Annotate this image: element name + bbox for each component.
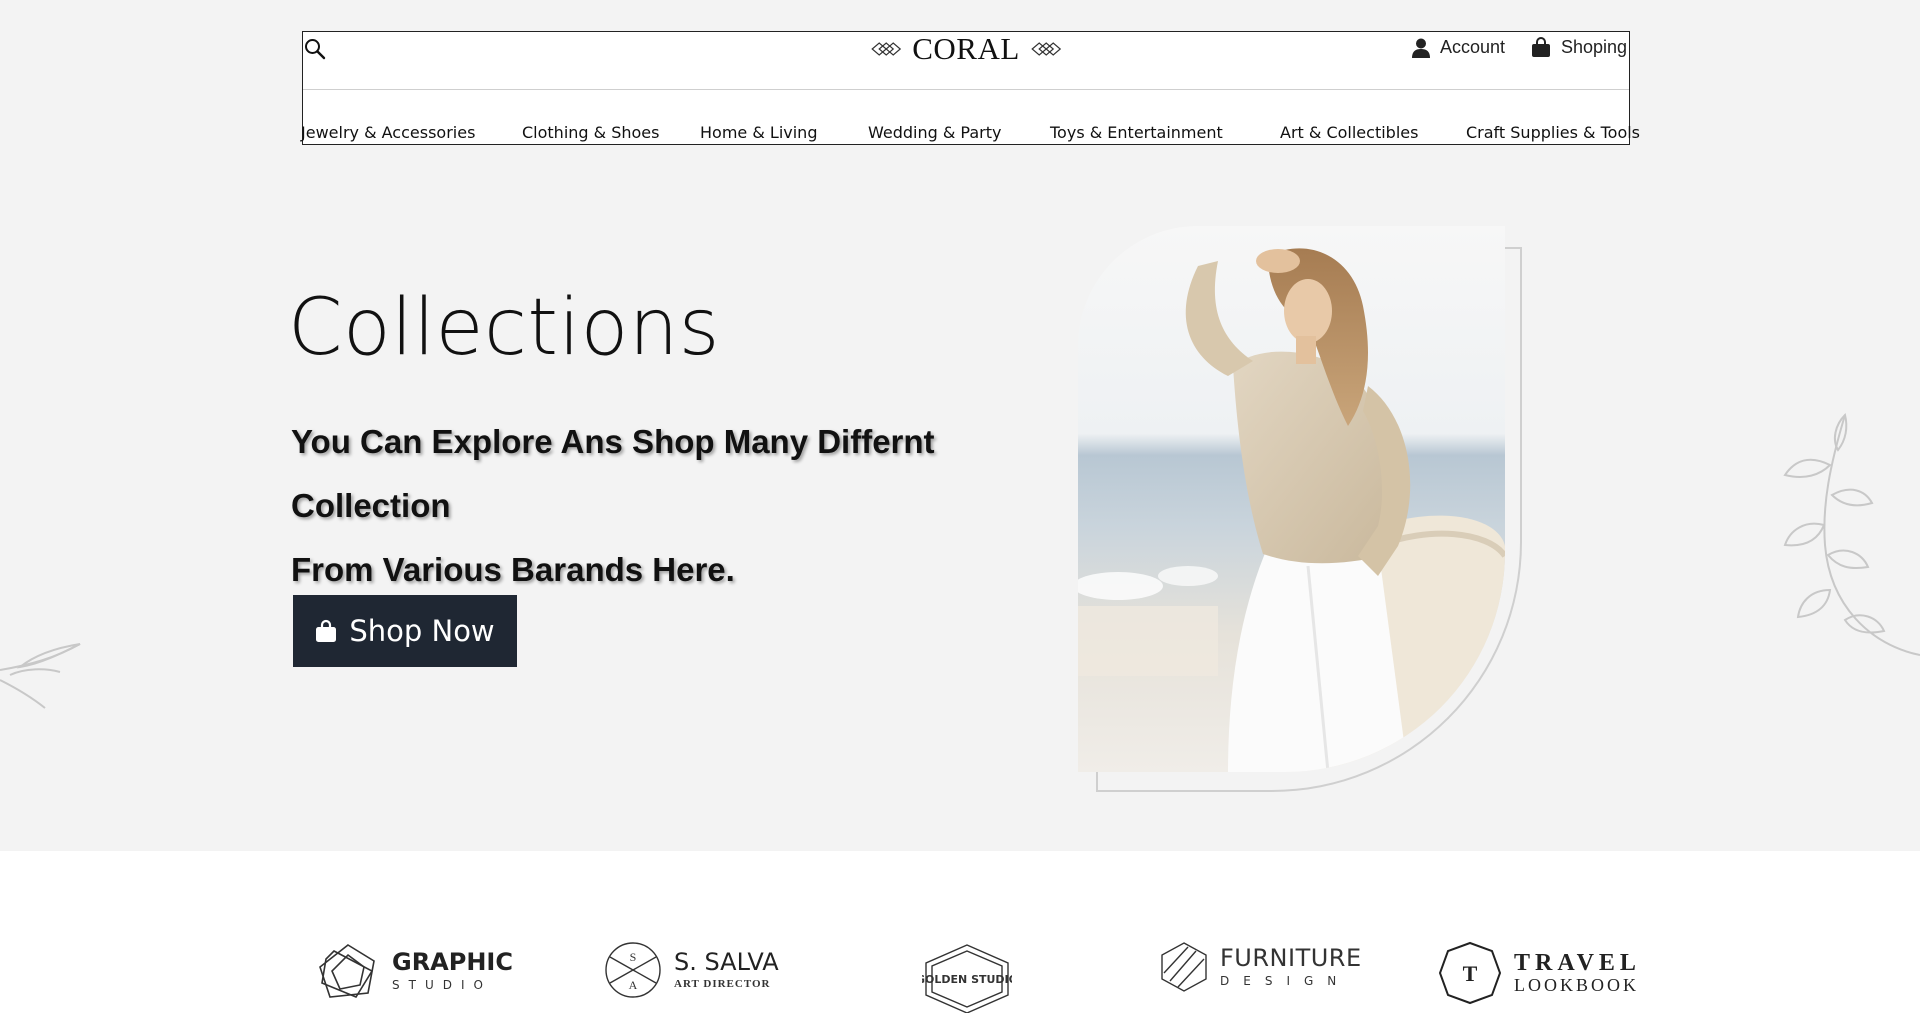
travel-monogram: T <box>1463 961 1478 986</box>
brand-name: FURNITURE <box>1220 944 1362 972</box>
account-link[interactable]: Account <box>1411 37 1505 58</box>
brand-logos-strip: GRAPHIC STUDIO S A S. SALVA ART DIRECTOR <box>0 851 1920 1013</box>
brand-name: TRAVEL <box>1514 949 1641 976</box>
hero-model-image <box>1078 226 1505 772</box>
shopping-bag-icon <box>316 619 337 642</box>
logo-text: CORAL <box>912 31 1020 66</box>
brand-golden-studio[interactable]: GOLDEN STUDIO <box>922 943 1012 1013</box>
user-icon <box>1411 38 1430 58</box>
site-logo[interactable]: CORAL <box>870 31 1062 66</box>
brand-name: S. SALVA <box>674 948 779 976</box>
nav-item-toys-entertainment[interactable]: Toys & Entertainment <box>1050 123 1223 142</box>
shopping-bag-icon <box>1531 37 1550 57</box>
brand-subtitle: DESIGN <box>1220 974 1351 988</box>
furniture-design-logo-icon <box>1161 942 1207 992</box>
header-top-bar: CORAL Account Shoping <box>303 31 1629 90</box>
hero-subtitle-line-2: From Various Barands Here. <box>291 551 735 588</box>
nav-item-jewelry-accessories[interactable]: Jewelry & Accessories <box>301 123 475 142</box>
logo-ornament-right-icon <box>1030 42 1061 56</box>
shopping-link[interactable]: Shoping <box>1531 37 1627 58</box>
hero-subtitle: You Can Explore Ans Shop Many Differnt C… <box>291 410 1011 602</box>
nav-item-clothing-shoes[interactable]: Clothing & Shoes <box>522 123 659 142</box>
travel-lookbook-badge-icon: T <box>1438 941 1502 1005</box>
brand-graphic-studio[interactable]: GRAPHIC STUDIO <box>316 941 513 1001</box>
brand-furniture-design[interactable]: FURNITURE DESIGN <box>1160 941 1362 993</box>
brand-subtitle: STUDIO <box>392 978 492 992</box>
brand-s-salva[interactable]: S A S. SALVA ART DIRECTOR <box>604 941 779 999</box>
brand-subtitle: ART DIRECTOR <box>674 978 771 990</box>
leaf-decoration-left-icon <box>0 643 81 709</box>
category-nav: Jewelry & Accessories Clothing & Shoes H… <box>301 123 1640 145</box>
graphic-studio-logo-icon <box>319 944 375 998</box>
account-label: Account <box>1439 37 1505 57</box>
nav-item-home-living[interactable]: Home & Living <box>700 123 817 142</box>
nav-item-art-collectibles[interactable]: Art & Collectibles <box>1280 123 1418 142</box>
shop-now-label: Shop Now <box>349 614 495 648</box>
golden-studio-text: GOLDEN STUDIO <box>922 973 1012 986</box>
shop-now-button[interactable]: Shop Now <box>293 595 517 667</box>
hero-subtitle-line-1: You Can Explore Ans Shop Many Differnt C… <box>291 423 935 524</box>
hero-title: Collections <box>288 283 720 373</box>
logo-ornament-left-icon <box>871 42 902 56</box>
search-icon[interactable] <box>304 38 326 60</box>
shopping-label: Shoping <box>1560 37 1627 57</box>
photo-frame-left-tick <box>1096 772 1098 792</box>
golden-studio-badge-icon: GOLDEN STUDIO <box>922 944 1012 1013</box>
brand-name: GRAPHIC <box>392 948 513 976</box>
nav-item-craft-supplies-tools[interactable]: Craft Supplies & Tools <box>1466 123 1640 142</box>
nav-item-wedding-party[interactable]: Wedding & Party <box>868 123 1001 142</box>
monogram-top: S <box>630 950 637 964</box>
photo-frame-top-tick <box>1503 247 1522 249</box>
monogram-bottom: A <box>629 978 638 992</box>
brand-subtitle: LOOKBOOK <box>1514 974 1639 995</box>
leaf-decoration-right-icon <box>1783 413 1920 656</box>
brand-travel-lookbook[interactable]: T TRAVEL LOOKBOOK <box>1438 941 1641 1005</box>
site-header: CORAL Account Shoping Jewelry & Accessor… <box>301 31 1640 145</box>
s-salva-monogram-icon: S A <box>605 942 661 998</box>
